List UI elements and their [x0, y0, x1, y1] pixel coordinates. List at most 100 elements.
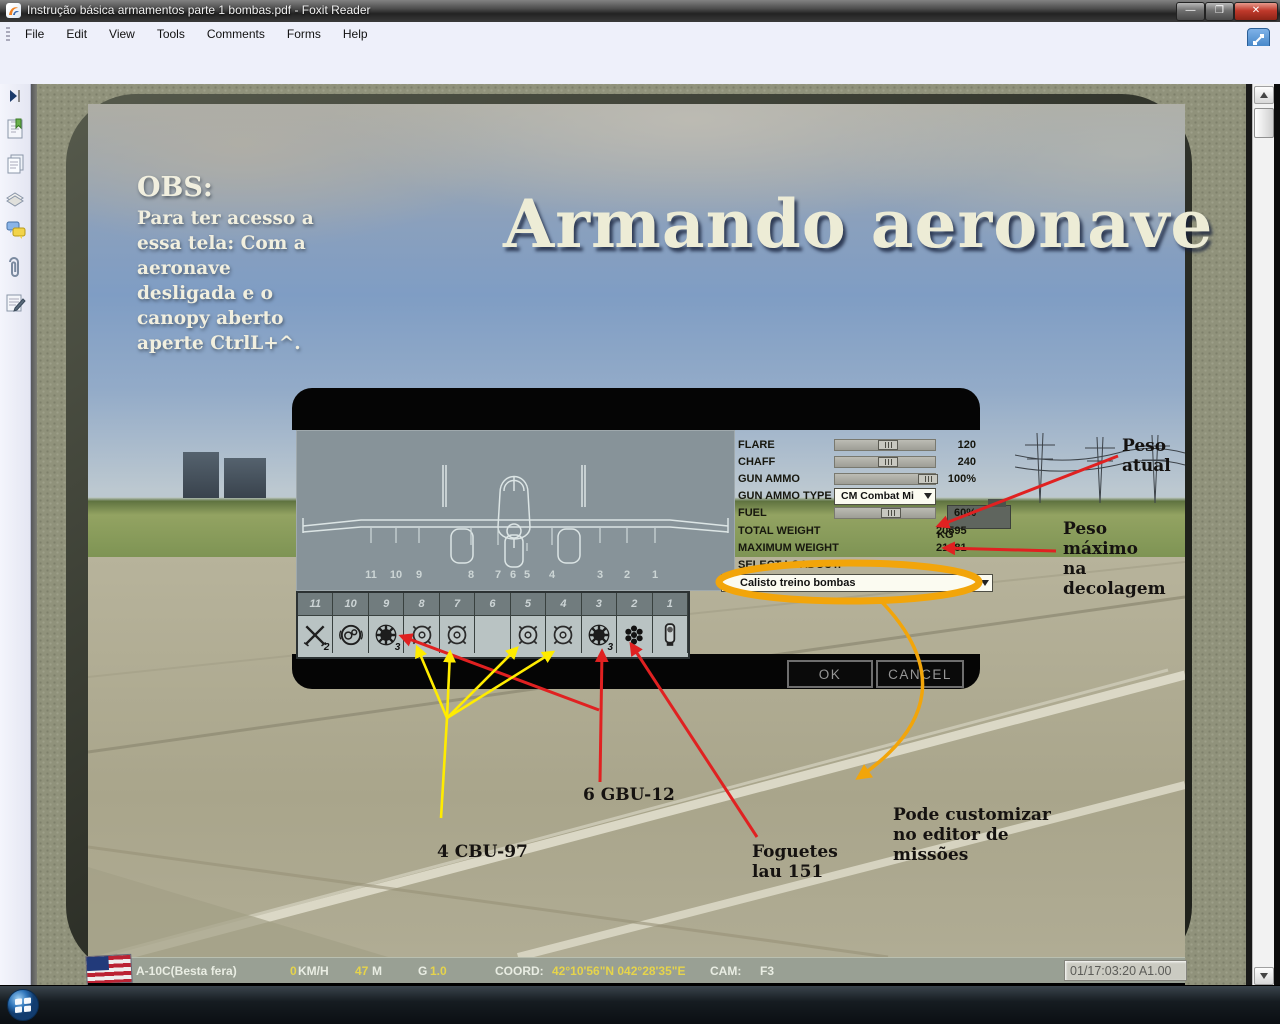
panel-expand-icon[interactable]	[5, 88, 25, 110]
close-button[interactable]: ✕	[1234, 2, 1278, 21]
dialog-label: FLARE	[738, 439, 834, 451]
chevron-down-icon	[924, 493, 932, 499]
layers-panel-icon[interactable]	[5, 188, 25, 210]
cbu-icon	[550, 622, 576, 648]
ecm-pod-icon	[657, 622, 683, 648]
sim-mission-clock: 01/17:03:20 A1.00	[1064, 960, 1187, 981]
station-cell-6	[475, 616, 510, 653]
station-header-6: 6	[475, 593, 510, 616]
station-header-2: 2	[617, 593, 652, 616]
screen: Instrução básica armamentos parte 1 bomb…	[0, 0, 1280, 1024]
dialog-label: GUN AMMO	[738, 473, 834, 485]
scroll-up-button[interactable]	[1254, 86, 1274, 104]
us-flag-icon	[85, 954, 132, 985]
dialog-row-fuel: FUEL 60%	[738, 505, 976, 522]
aircraft-diagram-panel: 1110987654321	[296, 430, 735, 591]
attachments-panel-icon[interactable]	[5, 256, 25, 278]
sim-g-label: G	[418, 964, 427, 978]
slide-title: Armando aeronave	[503, 185, 1193, 263]
sim-building	[183, 452, 219, 498]
start-button[interactable]	[6, 988, 40, 1022]
fields-panel-icon[interactable]	[5, 292, 25, 314]
station-cell-4	[546, 616, 581, 653]
comments-panel-icon[interactable]	[5, 220, 25, 242]
dialog-value: 100%	[936, 473, 976, 485]
annotation-peso-maximo: Peso máximo na decolagem	[1063, 519, 1163, 599]
menu-tools[interactable]: Tools	[146, 24, 196, 44]
obs-body: Para ter acesso a essa tela: Com a aeron…	[137, 207, 319, 357]
annotation-customizar: Pode customizar no editor de missões	[893, 805, 1061, 865]
menu-forms[interactable]: Forms	[276, 24, 332, 44]
window-title: Instrução básica armamentos parte 1 bomb…	[27, 3, 371, 17]
diagram-station-number: 2	[624, 569, 630, 581]
station-header-7: 7	[440, 593, 475, 616]
station-header-5: 5	[511, 593, 546, 616]
station-count-badge: 3	[395, 642, 401, 653]
stations-body-row: 2 3 3	[298, 616, 688, 653]
slider-track	[834, 473, 936, 485]
dialog-row-gun-ammo: GUN AMMO 100%	[738, 470, 976, 487]
obs-heading: OBS:	[137, 172, 213, 203]
dialog-label: SELECT LOADOUT:	[738, 559, 976, 571]
menu-file[interactable]: File	[14, 24, 55, 44]
dialog-row-select-loadout-: SELECT LOADOUT:	[738, 556, 976, 573]
sim-aircraft-name: A-10C(Besta fera)	[136, 964, 237, 978]
station-header-11: 11	[298, 593, 333, 616]
rearm-settings-panel: FLARE120CHAFF240GUN AMMO100%GUN AMMO TYP…	[738, 436, 976, 574]
menu-view[interactable]: View	[98, 24, 146, 44]
menubar-grip	[6, 27, 10, 41]
menu-comments[interactable]: Comments	[196, 24, 276, 44]
bookmarks-panel-icon[interactable]	[5, 118, 25, 140]
station-header-8: 8	[404, 593, 439, 616]
minimize-button[interactable]: —	[1176, 2, 1205, 21]
view-edge	[1274, 84, 1280, 985]
station-cell-3: 3	[582, 616, 617, 653]
sim-building	[224, 458, 266, 498]
diagram-station-number: 4	[549, 569, 555, 581]
taskbar: PT 08:31 19/07/2015 0S3	[0, 985, 1280, 1024]
annotation-foguetes: Foguetes lau 151	[752, 842, 864, 882]
toolbar: RMS	[0, 46, 1280, 85]
stations-header-row: 1110987654321	[298, 593, 688, 616]
diagram-station-number: 3	[597, 569, 603, 581]
dialog-label: CHAFF	[738, 456, 834, 468]
station-header-9: 9	[369, 593, 404, 616]
sim-cam-label: CAM:	[710, 964, 741, 978]
dialog-label: FUEL	[738, 507, 834, 519]
station-cell-9: 3	[369, 616, 404, 653]
annotation-cbu97: 4 CBU-97	[437, 842, 528, 862]
menu-items: FileEditViewToolsCommentsFormsHelp	[14, 22, 379, 46]
dialog-label: MAXIMUM WEIGHT	[738, 542, 834, 554]
vertical-scrollbar[interactable]	[1252, 84, 1275, 985]
sim-statusbar: A-10C(Besta fera) 0 KM/H 47 M G 1.0 COOR…	[88, 957, 1185, 984]
station-cell-10	[333, 616, 368, 653]
dialog-value: 120	[936, 439, 976, 451]
rearm-dialog-top	[292, 388, 980, 430]
station-cell-8	[404, 616, 439, 653]
dropdown-value: CM Combat Mi	[841, 490, 914, 502]
sim-coord-label: COORD:	[495, 964, 544, 978]
slider-track	[834, 507, 936, 519]
station-header-10: 10	[333, 593, 368, 616]
diagram-station-number: 9	[416, 569, 422, 581]
diagram-station-number: 8	[468, 569, 474, 581]
scroll-down-button[interactable]	[1254, 967, 1274, 985]
weapon-stations-table: 1110987654321 233	[296, 591, 690, 659]
slider-track	[834, 456, 936, 468]
dialog-value: 60%	[936, 507, 976, 519]
menu-edit[interactable]: Edit	[55, 24, 98, 44]
pages-panel-icon[interactable]	[5, 153, 25, 175]
station-count-badge: 2	[324, 642, 330, 653]
slider-handle	[878, 457, 898, 467]
dialog-label: TOTAL WEIGHT	[738, 525, 834, 537]
restore-button[interactable]: ❐	[1205, 2, 1234, 21]
scrollbar-thumb[interactable]	[1254, 108, 1274, 138]
ok-button: OK	[787, 660, 873, 688]
sim-g-value: 1.0	[430, 964, 447, 978]
chevron-down-icon	[981, 580, 989, 586]
slider-handle	[881, 508, 901, 518]
station-header-1: 1	[653, 593, 688, 616]
diagram-station-number: 10	[390, 569, 402, 581]
annotation-peso-atual: Peso atual	[1122, 436, 1188, 476]
menu-help[interactable]: Help	[332, 24, 379, 44]
